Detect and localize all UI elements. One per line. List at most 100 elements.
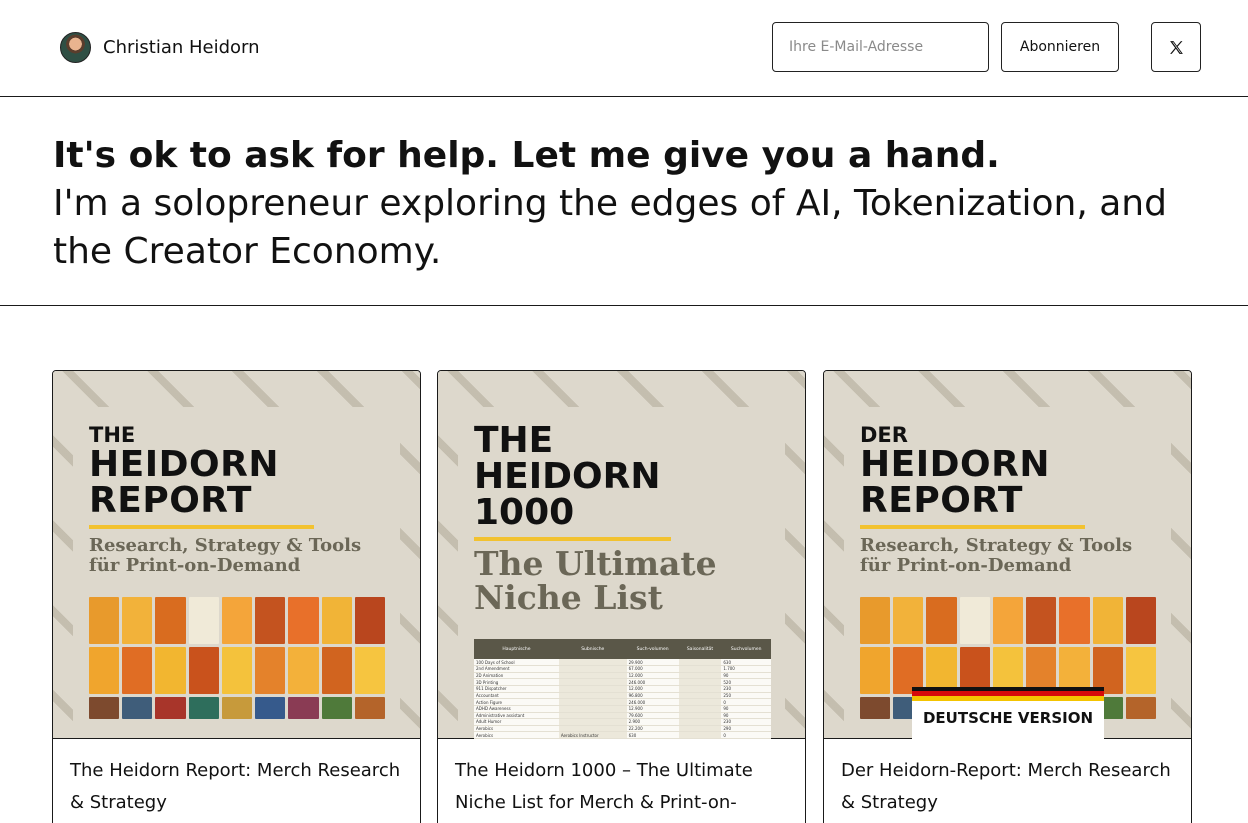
table-cell: Aerobics	[474, 731, 559, 739]
product-title[interactable]: The Heidorn 1000 – The Ultimate Niche Li…	[455, 755, 790, 819]
table-cell: 230	[721, 685, 771, 693]
table-cell	[558, 725, 627, 733]
table-cell: 0	[721, 698, 771, 706]
cover-title-line: HEIDORN	[860, 444, 1050, 485]
table-row: 2nd Amendment 67.000 1.700	[474, 665, 771, 673]
table-header: Saisonalität	[678, 639, 722, 659]
table-row: Action Figure 246.000 0	[474, 698, 771, 706]
cover-title-line: REPORT	[89, 480, 252, 521]
poster-thumb	[321, 597, 352, 644]
cover-subtitle: Research, Strategy & Tools für Print-on-…	[89, 536, 361, 576]
poster-thumb	[89, 597, 120, 644]
table-cell	[678, 698, 722, 706]
table-cell	[678, 665, 722, 673]
table-cell: 2D Animation	[474, 672, 559, 680]
cover-title: THE HEIDORN 1000	[474, 423, 660, 531]
table-header: Such-volumen	[626, 639, 679, 659]
poster-thumb	[188, 697, 219, 719]
table-cell: Aerobics Instructor	[558, 731, 627, 739]
table-row: Aerobics 22.200 290	[474, 725, 771, 733]
poster-thumb	[255, 597, 286, 644]
table-cell	[678, 678, 722, 686]
table-cell: 22.200	[626, 725, 679, 733]
table-cell: Accountant	[474, 692, 559, 700]
x-social-button[interactable]	[1151, 22, 1201, 72]
table-cell: Aerobics	[474, 725, 559, 733]
cover-subtitle: The Ultimate Niche List	[474, 547, 717, 615]
table-cell	[558, 718, 627, 726]
niche-table-preview: Hauptnische Subnische Such-volumen Saiso…	[474, 639, 771, 739]
cover-subtitle-line: Research, Strategy & Tools	[860, 535, 1133, 556]
cover-title: HEIDORN REPORT	[860, 447, 1050, 519]
poster-thumb	[122, 697, 153, 719]
table-cell: 911 Dispatcher	[474, 685, 559, 693]
table-cell: 12.000	[626, 672, 679, 680]
x-logo-icon	[1169, 40, 1183, 54]
table-cell	[678, 672, 722, 680]
badge-label: DEUTSCHE VERSION	[922, 709, 1094, 727]
cover-subtitle-line: The Ultimate	[474, 544, 717, 583]
brand[interactable]: Christian Heidorn	[60, 31, 260, 63]
poster-thumb	[155, 697, 186, 719]
table-header: Suchvolumen	[721, 639, 771, 659]
table-cell: 29.900	[626, 659, 679, 667]
table-cell: 230	[721, 718, 771, 726]
poster-thumb	[155, 647, 186, 694]
table-cell	[558, 712, 627, 720]
product-cover[interactable]: THE HEIDORN 1000 The Ultimate Niche List…	[438, 371, 805, 739]
email-input[interactable]	[772, 22, 989, 72]
table-cell: 1.700	[721, 665, 771, 673]
poster-thumb	[354, 697, 385, 719]
poster-thumb	[321, 647, 352, 694]
poster-thumb	[893, 597, 924, 644]
table-cell	[678, 725, 722, 733]
poster-thumb	[1125, 697, 1156, 719]
cover-divider	[860, 525, 1085, 529]
cover-title-line: 1000	[474, 492, 575, 533]
poster-thumb	[860, 647, 891, 694]
cover-subtitle: Research, Strategy & Tools für Print-on-…	[860, 536, 1132, 576]
table-cell: 290	[721, 725, 771, 733]
table-row: Adult Humor 2.900 230	[474, 718, 771, 726]
table-cell: 12.000	[626, 685, 679, 693]
cover-subtitle-line: Research, Strategy & Tools	[89, 535, 362, 556]
table-cell	[678, 731, 722, 739]
table-cell	[678, 705, 722, 713]
poster-thumb	[89, 647, 120, 694]
table-cell: ADHD Awareness	[474, 705, 559, 713]
table-row: 2D Animation 12.000 90	[474, 672, 771, 680]
site-header: Christian Heidorn Abonnieren	[0, 0, 1248, 97]
poster-thumb	[122, 647, 153, 694]
product-cover[interactable]: THE HEIDORN REPORT Research, Strategy & …	[53, 371, 420, 739]
table-cell	[558, 678, 627, 686]
poster-thumb	[255, 697, 286, 719]
table-cell: 96.800	[626, 692, 679, 700]
poster-thumb	[188, 597, 219, 644]
poster-thumb	[288, 647, 319, 694]
product-card[interactable]: THE HEIDORN 1000 The Ultimate Niche List…	[437, 370, 806, 823]
hero-section: It's ok to ask for help. Let me give you…	[0, 97, 1248, 306]
subscribe-button[interactable]: Abonnieren	[1001, 22, 1119, 72]
poster-thumb	[255, 647, 286, 694]
poster-thumb	[1092, 597, 1123, 644]
hero-headline: It's ok to ask for help. Let me give you…	[53, 135, 1000, 176]
table-cell	[558, 665, 627, 673]
table-cell: 250	[721, 692, 771, 700]
product-cover[interactable]: DER HEIDORN REPORT Research, Strategy & …	[824, 371, 1191, 739]
product-title[interactable]: Der Heidorn-Report: Merch Research & Str…	[841, 755, 1176, 819]
table-cell: 67.000	[626, 665, 679, 673]
product-title[interactable]: The Heidorn Report: Merch Research & Str…	[70, 755, 405, 819]
table-cell: 2nd Amendment	[474, 665, 559, 673]
product-card[interactable]: THE HEIDORN REPORT Research, Strategy & …	[52, 370, 421, 823]
table-cell: 520	[721, 678, 771, 686]
table-header: Subnische	[558, 639, 627, 659]
author-avatar	[60, 31, 91, 63]
table-cell	[678, 718, 722, 726]
cover-title-line: HEIDORN	[474, 456, 661, 497]
table-cell: 3D Printing	[474, 678, 559, 686]
table-cell	[678, 685, 722, 693]
table-cell: 2.900	[626, 718, 679, 726]
product-card[interactable]: DER HEIDORN REPORT Research, Strategy & …	[823, 370, 1192, 823]
table-cell	[678, 712, 722, 720]
poster-thumb	[288, 697, 319, 719]
